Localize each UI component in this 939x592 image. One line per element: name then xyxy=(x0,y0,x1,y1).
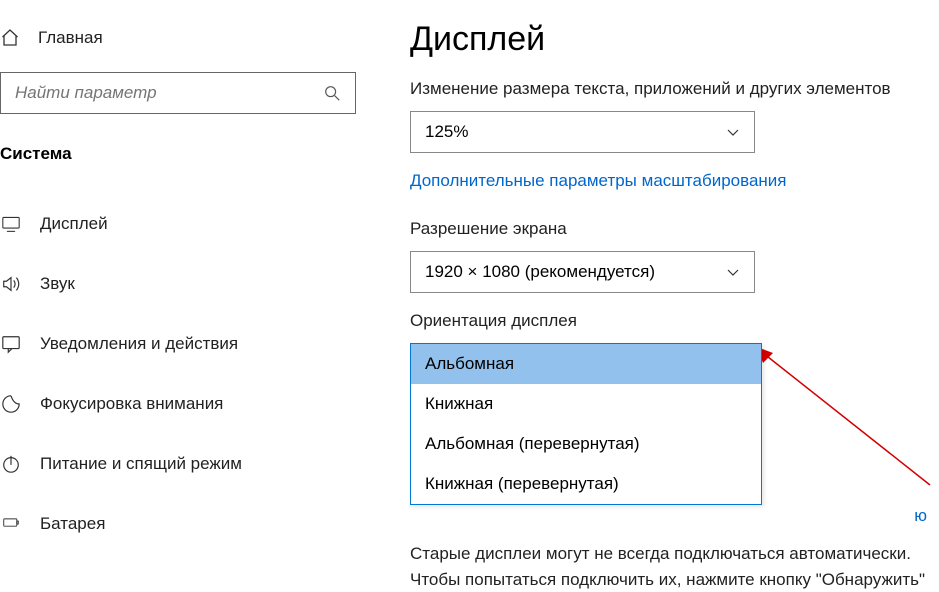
chevron-down-icon xyxy=(726,125,740,139)
search-box[interactable] xyxy=(0,72,356,114)
battery-icon xyxy=(0,513,22,535)
resolution-value: 1920 × 1080 (рекомендуется) xyxy=(425,262,655,282)
page-title: Дисплей xyxy=(410,20,939,59)
notifications-icon xyxy=(0,333,22,355)
chevron-down-icon xyxy=(726,265,740,279)
search-input[interactable] xyxy=(15,83,323,103)
sidebar-item-label: Батарея xyxy=(40,514,105,534)
sidebar-item-focus[interactable]: Фокусировка внимания xyxy=(0,374,370,434)
home-link[interactable]: Главная xyxy=(0,28,370,72)
sidebar-item-display[interactable]: Дисплей xyxy=(0,194,370,254)
scale-value: 125% xyxy=(425,122,468,142)
scale-label: Изменение размера текста, приложений и д… xyxy=(410,79,939,99)
display-icon xyxy=(0,213,22,235)
sidebar-item-label: Звук xyxy=(40,274,75,294)
sidebar-item-sound[interactable]: Звук xyxy=(0,254,370,314)
sidebar-item-battery[interactable]: Батарея xyxy=(0,494,370,554)
resolution-label: Разрешение экрана xyxy=(410,219,939,239)
section-title: Система xyxy=(0,144,370,164)
sidebar-item-label: Дисплей xyxy=(40,214,108,234)
search-icon xyxy=(323,84,341,102)
sidebar-item-power[interactable]: Питание и спящий режим xyxy=(0,434,370,494)
footer-text: Старые дисплеи могут не всегда подключат… xyxy=(410,541,935,592)
scale-dropdown[interactable]: 125% xyxy=(410,111,755,153)
home-icon xyxy=(0,28,20,48)
power-icon xyxy=(0,453,22,475)
resolution-dropdown[interactable]: 1920 × 1080 (рекомендуется) xyxy=(410,251,755,293)
sidebar: Главная Система Дисплей xyxy=(0,0,370,581)
orientation-dropdown-open[interactable]: Альбомная Книжная Альбомная (перевернута… xyxy=(410,343,762,505)
orientation-option[interactable]: Альбомная xyxy=(411,344,761,384)
focus-icon xyxy=(0,393,22,415)
link-partial[interactable]: ю xyxy=(914,506,927,526)
orientation-label: Ориентация дисплея xyxy=(410,311,939,331)
sidebar-item-label: Питание и спящий режим xyxy=(40,454,242,474)
sound-icon xyxy=(0,273,22,295)
orientation-option[interactable]: Книжная (перевернутая) xyxy=(411,464,761,504)
sidebar-item-label: Фокусировка внимания xyxy=(40,394,223,414)
sidebar-item-label: Уведомления и действия xyxy=(40,334,238,354)
main-content: Дисплей Изменение размера текста, прилож… xyxy=(370,0,939,581)
advanced-scaling-link[interactable]: Дополнительные параметры масштабирования xyxy=(410,171,939,191)
sidebar-item-notifications[interactable]: Уведомления и действия xyxy=(0,314,370,374)
orientation-option[interactable]: Книжная xyxy=(411,384,761,424)
home-label: Главная xyxy=(38,28,103,48)
orientation-option[interactable]: Альбомная (перевернутая) xyxy=(411,424,761,464)
